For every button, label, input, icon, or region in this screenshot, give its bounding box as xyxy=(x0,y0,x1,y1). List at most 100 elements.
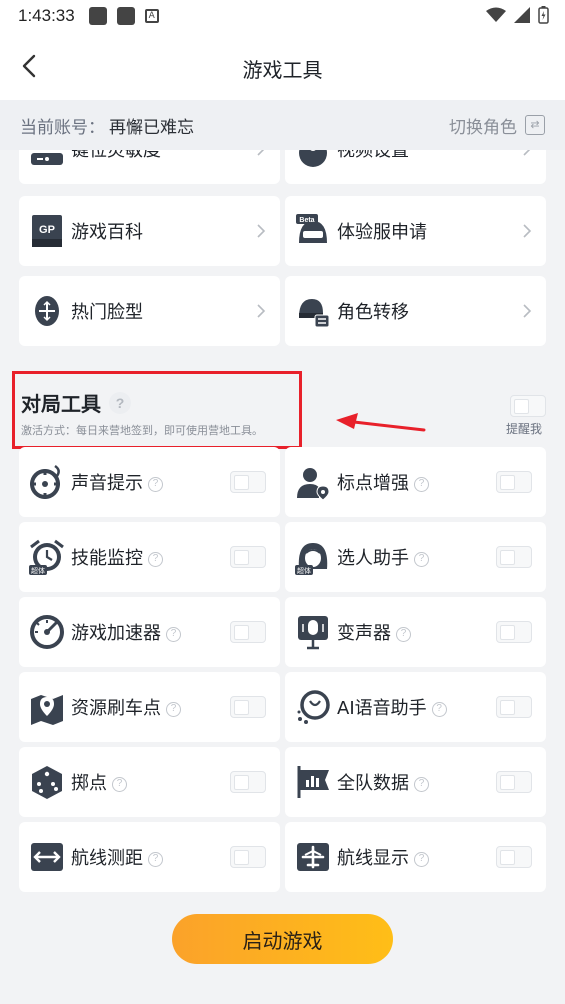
chevron-right-icon xyxy=(523,150,531,156)
airplane-icon xyxy=(297,843,329,871)
wifi-icon xyxy=(486,7,506,22)
tool-label: 游戏加速器? xyxy=(71,619,181,645)
character-transfer-icon xyxy=(299,299,330,328)
tool-label: 变声器? xyxy=(337,619,411,645)
chevron-right-icon xyxy=(523,304,532,318)
match-tool-route-display[interactable]: 航线显示? xyxy=(285,822,546,892)
chevron-right-icon xyxy=(523,224,532,238)
sound-crosshair-icon xyxy=(30,464,60,499)
match-tool-skill-monitor[interactable]: 超体 技能监控? xyxy=(19,522,280,592)
match-tool-route-distance[interactable]: 航线测距? xyxy=(19,822,280,892)
match-tool-resource-spawn[interactable]: 资源刷车点? xyxy=(19,672,280,742)
chevron-right-icon xyxy=(257,304,266,318)
help-icon[interactable]: ? xyxy=(414,551,429,567)
pick-assistant-icon: 超体 xyxy=(295,543,328,575)
match-tool-marker-enhance[interactable]: 标点增强? xyxy=(285,447,546,517)
help-icon[interactable]: ? xyxy=(431,701,447,717)
switch-icon: ⇄ xyxy=(525,115,545,135)
help-icon[interactable]: ? xyxy=(414,776,429,792)
match-tool-team-data[interactable]: 全队数据? xyxy=(285,747,546,817)
svg-text:超体: 超体 xyxy=(297,566,311,575)
tool-label: AI语音助手? xyxy=(337,694,447,720)
tool-label: 资源刷车点? xyxy=(71,694,181,720)
face-icon xyxy=(35,296,59,326)
tool-toggle[interactable] xyxy=(496,621,532,643)
tool-toggle[interactable] xyxy=(496,546,532,568)
help-icon[interactable]: ? xyxy=(148,551,163,567)
tool-card-game-wiki[interactable]: GP 游戏百科 xyxy=(19,196,280,266)
match-tool-pick-assistant[interactable]: 超体 选人助手? xyxy=(285,522,546,592)
video-settings-icon xyxy=(299,150,327,167)
ai-voice-icon xyxy=(297,690,330,724)
tool-label: 航线显示? xyxy=(337,844,429,870)
beta-helmet-icon: Beta xyxy=(296,214,327,243)
tool-card-popular-faces[interactable]: 热门脸型 xyxy=(19,276,280,346)
help-icon[interactable]: ? xyxy=(148,476,163,492)
start-game-button[interactable]: 启动游戏 xyxy=(172,914,393,964)
match-tool-dice-roll[interactable]: 掷点? xyxy=(19,747,280,817)
account-label: 当前账号： xyxy=(20,117,105,138)
tool-card-keybind-sensitivity[interactable]: 键位灵敏度 xyxy=(19,150,280,184)
tool-label: 热门脸型 xyxy=(71,302,143,323)
switch-role-button[interactable]: 切换角色 ⇄ xyxy=(449,113,545,138)
annotation-arrow-icon xyxy=(336,413,426,432)
status-time: 1:43:33 xyxy=(18,6,75,25)
skill-monitor-icon: 超体 xyxy=(29,539,64,575)
account-name: 再懈已难忘 xyxy=(109,117,194,138)
tool-toggle[interactable] xyxy=(496,696,532,718)
match-tool-sound-hint[interactable]: 声音提示? xyxy=(19,447,280,517)
help-icon[interactable]: ? xyxy=(414,476,429,492)
tool-label: 全队数据? xyxy=(337,769,429,795)
tool-toggle[interactable] xyxy=(230,471,266,493)
account-bar: 当前账号： 再懈已难忘 切换角色 ⇄ xyxy=(0,100,565,150)
marker-person-icon xyxy=(297,468,330,500)
dice-icon xyxy=(32,766,62,799)
help-icon[interactable]: ? xyxy=(166,701,181,717)
svg-text:Beta: Beta xyxy=(299,217,314,224)
battery-icon xyxy=(538,6,549,24)
tool-toggle[interactable] xyxy=(230,621,266,643)
remind-me-label: 提醒我 xyxy=(506,422,543,436)
tool-label: 视频设置 xyxy=(337,150,409,161)
help-icon[interactable]: ? xyxy=(414,851,429,867)
tool-label: 角色转移 xyxy=(337,302,409,323)
match-tool-ai-voice[interactable]: AI语音助手? xyxy=(285,672,546,742)
tool-label: 键位灵敏度 xyxy=(71,150,161,161)
microphone-icon xyxy=(298,616,328,650)
match-tool-game-accelerator[interactable]: 游戏加速器? xyxy=(19,597,280,667)
tool-toggle[interactable] xyxy=(496,471,532,493)
tool-label: 声音提示? xyxy=(71,469,163,495)
tool-toggle[interactable] xyxy=(230,696,266,718)
tool-card-beta-apply[interactable]: Beta 体验服申请 xyxy=(285,196,546,266)
gp-book-icon: GP xyxy=(32,215,62,247)
tool-label: 体验服申请 xyxy=(337,222,427,243)
tool-label: 标点增强? xyxy=(337,469,429,495)
team-data-icon xyxy=(297,766,329,798)
tool-toggle[interactable] xyxy=(230,771,266,793)
tool-toggle[interactable] xyxy=(496,846,532,868)
route-distance-icon xyxy=(31,843,63,871)
tool-label: 掷点? xyxy=(71,769,127,795)
tool-toggle[interactable] xyxy=(496,771,532,793)
tool-toggle[interactable] xyxy=(230,546,266,568)
chevron-right-icon xyxy=(257,224,266,238)
tool-label: 选人助手? xyxy=(337,544,429,570)
switch-role-label: 切换角色 xyxy=(449,117,517,138)
match-tool-voice-changer[interactable]: 变声器? xyxy=(285,597,546,667)
annotation-highlight-box xyxy=(12,371,302,449)
tool-toggle[interactable] xyxy=(230,846,266,868)
signal-icon xyxy=(514,7,530,23)
tool-card-character-transfer[interactable]: 角色转移 xyxy=(285,276,546,346)
page-title: 游戏工具 xyxy=(242,58,323,82)
status-bar: 1:43:33 A xyxy=(0,0,565,32)
notification-icon xyxy=(116,7,135,25)
help-icon[interactable]: ? xyxy=(396,626,411,642)
help-icon[interactable]: ? xyxy=(166,626,181,642)
help-icon[interactable]: ? xyxy=(148,851,163,867)
svg-text:GP: GP xyxy=(39,224,55,236)
remind-me-toggle[interactable] xyxy=(510,395,546,417)
tools-scroll-area[interactable]: 键位灵敏度 视频设置 GP 游戏百科 Beta 体验服申请 热门脸型 角色转移 … xyxy=(0,150,565,1004)
help-icon[interactable]: ? xyxy=(112,776,127,792)
tool-card-video-settings[interactable]: 视频设置 xyxy=(285,150,546,184)
notification-icon xyxy=(88,7,107,25)
